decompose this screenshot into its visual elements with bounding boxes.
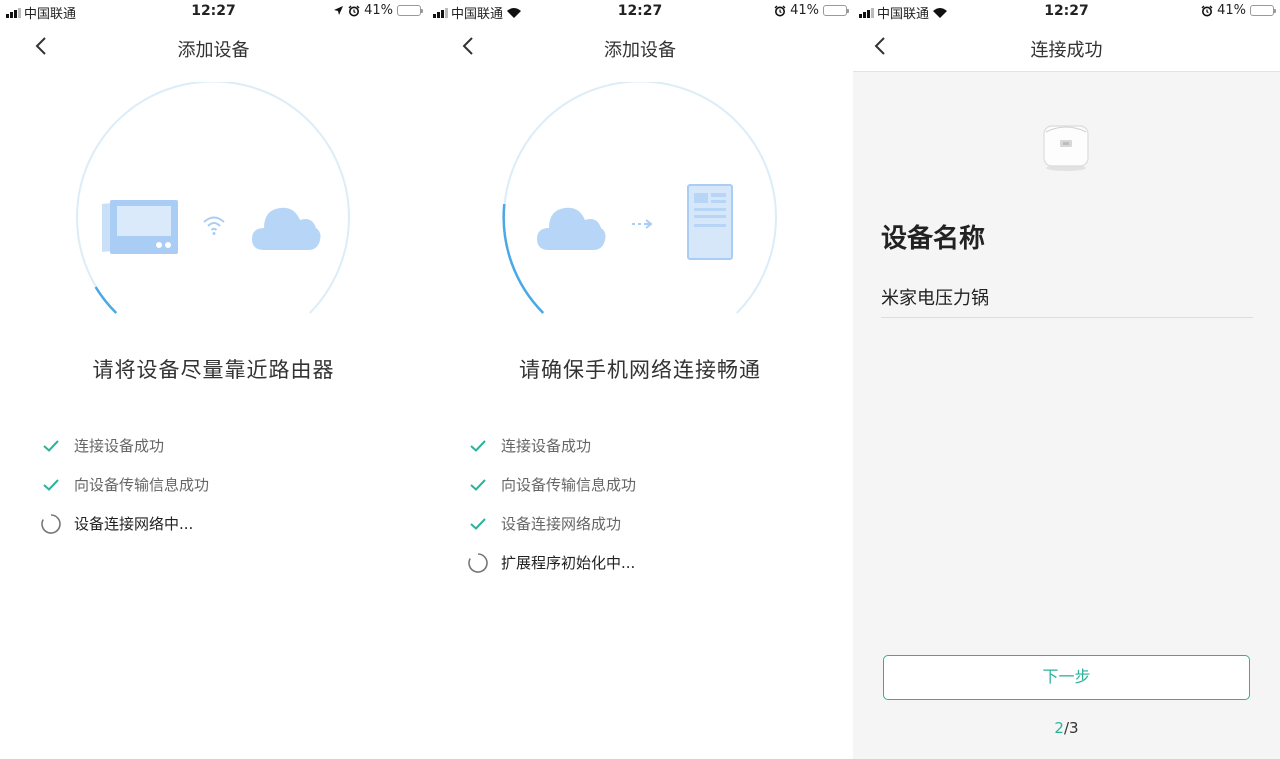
- device-name-field[interactable]: 米家电压力锅: [881, 280, 1253, 318]
- step-label: 向设备传输信息成功: [74, 476, 210, 494]
- checkmark-icon: [465, 472, 491, 498]
- cloud-icon: [252, 207, 321, 250]
- rice-cooker-icon: [1043, 125, 1089, 171]
- page-indicator: 2/3: [853, 719, 1280, 737]
- screen-connect-success: 中国联通 12:27 41% 连接成功 设备名称 米家电压力锅 下一步 2/3: [853, 0, 1280, 759]
- nav-bar: 添加设备: [0, 22, 427, 72]
- battery-icon: [1250, 5, 1276, 16]
- list-item: 连接设备成功: [38, 426, 407, 465]
- screen-add-device-2: 中国联通 12:27 41% 添加设备 请确保手机网络连接畅通 连接设备成功 向…: [427, 0, 853, 759]
- step-list: 连接设备成功 向设备传输信息成功 设备连接网络成功 扩展程序初始化中...: [465, 426, 833, 582]
- battery-percent: 41%: [790, 3, 819, 18]
- nav-bar: 连接成功: [853, 22, 1280, 72]
- step-list: 连接设备成功 向设备传输信息成功 设备连接网络中...: [38, 426, 407, 543]
- step-label: 连接设备成功: [74, 437, 165, 455]
- step-label: 设备连接网络中...: [74, 515, 194, 533]
- list-item: 向设备传输信息成功: [465, 465, 833, 504]
- battery-percent: 41%: [364, 3, 393, 18]
- alarm-icon: [1201, 5, 1213, 16]
- location-arrow-icon: [334, 6, 344, 15]
- battery-percent: 41%: [1217, 3, 1246, 18]
- phone-icon: [687, 184, 733, 260]
- step-label: 扩展程序初始化中...: [501, 554, 636, 572]
- list-item: 设备连接网络中...: [38, 504, 407, 543]
- wifi-icon: [203, 216, 225, 235]
- page-current: 2: [1054, 719, 1064, 737]
- spinner-icon: [465, 550, 491, 576]
- checkmark-icon: [38, 472, 64, 498]
- nav-bar: 添加设备: [427, 22, 853, 72]
- page-title: 连接成功: [1030, 40, 1103, 61]
- next-button[interactable]: 下一步: [883, 655, 1250, 700]
- headline: 请将设备尽量靠近路由器: [92, 358, 335, 382]
- headline: 请确保手机网络连接畅通: [519, 358, 761, 382]
- checkmark-icon: [465, 433, 491, 459]
- spinner-icon: [38, 511, 64, 537]
- screen-add-device-1: 中国联通 12:27 41% 添加设备 请将设备尽量靠近路由器 连接设备成功 向…: [0, 0, 427, 759]
- page-title: 添加设备: [604, 40, 676, 61]
- status-bar: 中国联通 12:27 41%: [853, 0, 1280, 22]
- step-label: 设备连接网络成功: [501, 515, 622, 533]
- list-item: 扩展程序初始化中...: [465, 543, 833, 582]
- name-heading: 设备名称: [881, 224, 986, 254]
- checkmark-icon: [38, 433, 64, 459]
- cloud-icon: [537, 207, 606, 250]
- device-panel-icon: [102, 200, 178, 254]
- step-label: 向设备传输信息成功: [501, 476, 637, 494]
- status-bar: 中国联通 12:27 41%: [0, 0, 427, 22]
- list-item: 向设备传输信息成功: [38, 465, 407, 504]
- step-label: 连接设备成功: [501, 437, 592, 455]
- arrow-icon: [632, 219, 653, 229]
- page-title: 添加设备: [177, 40, 250, 61]
- progress-arc: [94, 286, 118, 314]
- alarm-icon: [348, 5, 360, 16]
- alarm-icon: [774, 5, 786, 16]
- battery-icon: [397, 5, 423, 16]
- status-bar: 中国联通 12:27 41%: [427, 0, 853, 22]
- checkmark-icon: [465, 511, 491, 537]
- page-total: /3: [1063, 719, 1079, 737]
- list-item: 连接设备成功: [465, 426, 833, 465]
- battery-icon: [823, 5, 849, 16]
- list-item: 设备连接网络成功: [465, 504, 833, 543]
